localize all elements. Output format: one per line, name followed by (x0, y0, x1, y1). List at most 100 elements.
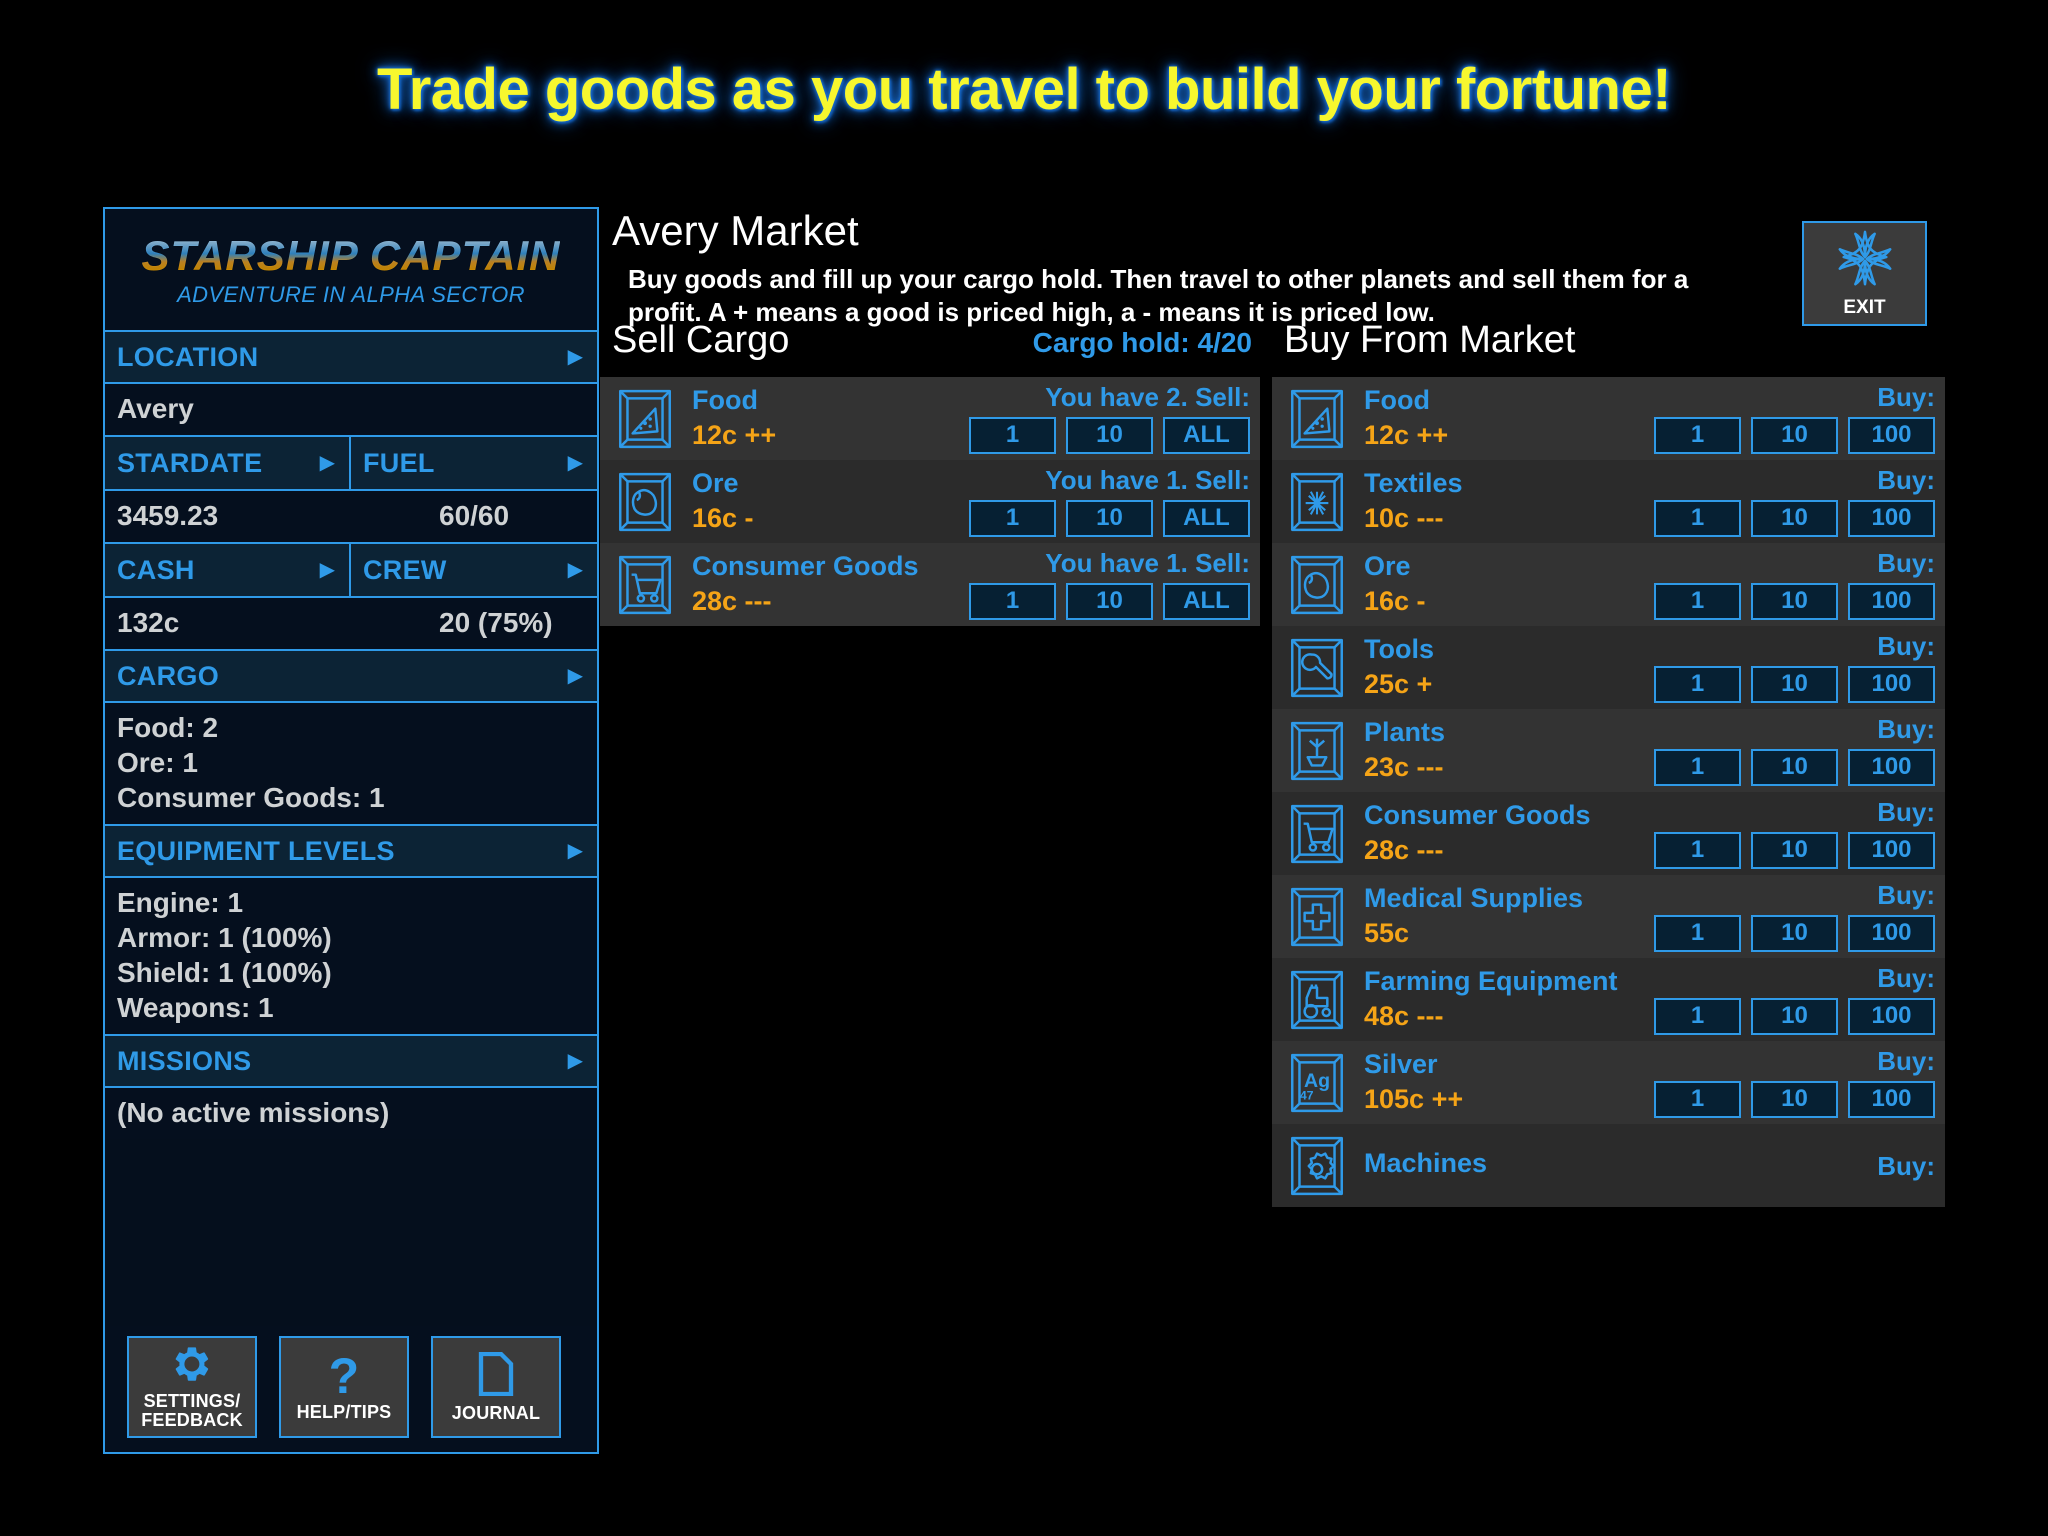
stardate-fuel-values: 3459.23 60/60 (105, 491, 597, 544)
buy-row-plants: Plants 23c --- Buy: 1 10 100 (1272, 709, 1945, 792)
sell-qty-1-button[interactable]: 1 (969, 582, 1056, 620)
cargo-line: Ore: 1 (117, 747, 198, 778)
sell-qty-1-button[interactable]: 1 (969, 416, 1056, 454)
buy-qty-100-button[interactable]: 100 (1848, 582, 1935, 620)
buy-qty-100-button[interactable]: 100 (1848, 997, 1935, 1035)
ore-rock-icon (612, 469, 678, 535)
sidebar-section-equipment[interactable]: EQUIPMENT LEVELS ▶ (105, 826, 597, 878)
buy-qty-1-button[interactable]: 1 (1654, 748, 1741, 786)
buy-row-farming-equipment: Farming Equipment 48c --- Buy: 1 10 100 (1272, 958, 1945, 1041)
sell-qty-10-button[interactable]: 10 (1066, 582, 1153, 620)
buy-qty-1-button[interactable]: 1 (1654, 831, 1741, 869)
equipment-line: Weapons: 1 (117, 992, 274, 1023)
sell-qty-10-button[interactable]: 10 (1066, 499, 1153, 537)
buy-qty-1-button[interactable]: 1 (1654, 582, 1741, 620)
buy-label: Buy: (1877, 1045, 1935, 1076)
chevron-right-icon: ▶ (319, 559, 335, 581)
equipment-line: Armor: 1 (100%) (117, 922, 332, 953)
buy-controls: Buy: 1 10 100 (1654, 550, 1935, 620)
buy-qty-10-button[interactable]: 10 (1751, 499, 1838, 537)
journal-button-label: JOURNAL (451, 1402, 541, 1423)
buy-qty-100-button[interactable]: 100 (1848, 499, 1935, 537)
buy-qty-100-button[interactable]: 100 (1848, 831, 1935, 869)
buy-qty-10-button[interactable]: 10 (1751, 1080, 1838, 1118)
cargo-list: Food: 2 Ore: 1 Consumer Goods: 1 (105, 703, 597, 826)
buy-qty-10-button[interactable]: 10 (1751, 997, 1838, 1035)
sidebar-section-location[interactable]: LOCATION ▶ (105, 332, 597, 384)
buy-qty-100-button[interactable]: 100 (1848, 416, 1935, 454)
stardate-value: 3459.23 (117, 500, 219, 531)
goods-info: Medical Supplies 55c (1364, 884, 1583, 948)
settings-feedback-button[interactable]: SETTINGS/ FEEDBACK (127, 1336, 257, 1438)
settings-button-label-1: SETTINGS/ (143, 1391, 241, 1412)
sidebar-section-missions[interactable]: MISSIONS ▶ (105, 1036, 597, 1088)
equipment-label: EQUIPMENT LEVELS (117, 835, 395, 866)
buy-qty-10-button[interactable]: 10 (1751, 831, 1838, 869)
missions-value: (No active missions) (105, 1088, 597, 1139)
buy-qty-100-button[interactable]: 100 (1848, 748, 1935, 786)
sidebar-section-stardate[interactable]: STARDATE ▶ (105, 437, 351, 489)
logo-subtitle: ADVENTURE IN ALPHA SECTOR (177, 281, 525, 307)
chevron-right-icon: ▶ (567, 559, 583, 581)
sidebar-section-crew[interactable]: CREW ▶ (351, 544, 597, 596)
goods-price: 28c --- (1364, 834, 1444, 865)
goods-price: 12c ++ (1364, 419, 1449, 450)
fuel-value: 60/60 (439, 500, 510, 531)
buy-qty-10-button[interactable]: 10 (1751, 914, 1838, 952)
goods-info: Food 12c ++ (692, 386, 776, 450)
sell-qty-all-button[interactable]: ALL (1163, 582, 1250, 620)
cargo-hold-status: Cargo hold: 4/20 (1032, 327, 1252, 358)
buy-controls: Buy: 1 10 100 (1654, 633, 1935, 703)
buy-label: Buy: (1877, 630, 1935, 661)
sell-qty-1-button[interactable]: 1 (969, 499, 1056, 537)
market-columns: Sell Cargo Cargo hold: 4/20 Food 12c ++ … (600, 319, 1945, 1459)
tractor-icon (1284, 967, 1350, 1033)
buy-qty-1-button[interactable]: 1 (1654, 997, 1741, 1035)
equipment-list: Engine: 1 Armor: 1 (100%) Shield: 1 (100… (105, 878, 597, 1036)
buy-qty-1-button[interactable]: 1 (1654, 914, 1741, 952)
chevron-right-icon: ▶ (567, 665, 583, 687)
buy-qty-1-button[interactable]: 1 (1654, 416, 1741, 454)
buy-qty-10-button[interactable]: 10 (1751, 416, 1838, 454)
sell-cargo-column: Sell Cargo Cargo hold: 4/20 Food 12c ++ … (600, 319, 1260, 626)
journal-button[interactable]: JOURNAL (431, 1336, 561, 1438)
buy-controls: Buy: 1 10 100 (1654, 1048, 1935, 1118)
buy-market-column: Buy From Market Food 12c ++ Buy: 1 10 10… (1272, 319, 1945, 1452)
goods-info: Consumer Goods 28c --- (1364, 801, 1591, 865)
sell-qty-all-button[interactable]: ALL (1163, 416, 1250, 454)
buy-qty-1-button[interactable]: 1 (1654, 499, 1741, 537)
buy-qty-1-button[interactable]: 1 (1654, 1080, 1741, 1118)
sidebar-section-cargo[interactable]: CARGO ▶ (105, 651, 597, 703)
sell-row-food: Food 12c ++ You have 2. Sell: 1 10 ALL (600, 377, 1260, 460)
buy-qty-10-button[interactable]: 10 (1751, 665, 1838, 703)
buy-qty-10-button[interactable]: 10 (1751, 582, 1838, 620)
buy-qty-buttons: 1 10 100 (1654, 748, 1935, 786)
buy-row-machines: Machines Buy: (1272, 1124, 1945, 1207)
sell-list: Food 12c ++ You have 2. Sell: 1 10 ALL O… (600, 377, 1260, 626)
sidebar-section-fuel[interactable]: FUEL ▶ (351, 437, 597, 489)
goods-name: Textiles (1364, 468, 1463, 499)
silver-element-icon: Ag 47 (1284, 1050, 1350, 1116)
sell-header: Sell Cargo Cargo hold: 4/20 (600, 319, 1260, 377)
buy-row-ore: Ore 16c - Buy: 1 10 100 (1272, 543, 1945, 626)
food-pizza-icon (612, 386, 678, 452)
sidebar-section-cash[interactable]: CASH ▶ (105, 544, 351, 596)
buy-qty-100-button[interactable]: 100 (1848, 665, 1935, 703)
buy-qty-buttons: 1 10 100 (1654, 914, 1935, 952)
sell-qty-all-button[interactable]: ALL (1163, 499, 1250, 537)
goods-name: Farming Equipment (1364, 966, 1618, 997)
seedling-icon (1284, 718, 1350, 784)
buy-label: Buy: (1877, 381, 1935, 412)
question-mark-icon: ? (328, 1347, 360, 1404)
goods-price: 12c ++ (692, 419, 777, 450)
goods-price: 25c + (1364, 668, 1433, 699)
help-tips-button[interactable]: ? HELP/TIPS (279, 1336, 409, 1438)
exit-button[interactable]: EXIT (1802, 221, 1927, 326)
market-panel: Avery Market Buy goods and fill up your … (600, 207, 1945, 1457)
buy-qty-100-button[interactable]: 100 (1848, 914, 1935, 952)
buy-qty-1-button[interactable]: 1 (1654, 665, 1741, 703)
buy-qty-100-button[interactable]: 100 (1848, 1080, 1935, 1118)
buy-qty-10-button[interactable]: 10 (1751, 748, 1838, 786)
buy-qty-buttons: 1 10 100 (1654, 416, 1935, 454)
sell-qty-10-button[interactable]: 10 (1066, 416, 1153, 454)
